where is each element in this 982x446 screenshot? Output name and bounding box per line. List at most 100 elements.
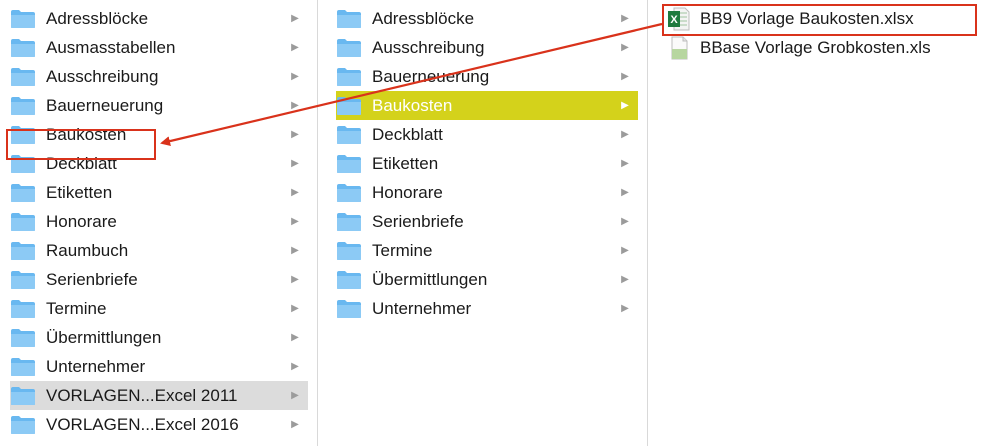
folder-item-1-14[interactable]: VORLAGEN...Excel 2016 ▶ <box>10 410 308 439</box>
item-label: Honorare <box>46 211 117 231</box>
folder-icon <box>336 299 362 319</box>
chevron-right-icon: ▶ <box>291 274 299 285</box>
folder-item-1-4[interactable]: Baukosten ▶ <box>10 120 308 149</box>
chevron-right-icon: ▶ <box>291 361 299 372</box>
folder-icon <box>10 183 36 203</box>
item-label: Übermittlungen <box>372 269 488 289</box>
chevron-right-icon: ▶ <box>291 129 299 140</box>
folder-icon <box>10 415 36 435</box>
item-label: Deckblatt <box>372 124 443 144</box>
folder-icon <box>336 212 362 232</box>
chevron-right-icon: ▶ <box>621 100 629 111</box>
folder-icon <box>336 183 362 203</box>
chevron-right-icon: ▶ <box>291 158 299 169</box>
folder-icon <box>336 154 362 174</box>
item-label: Termine <box>372 240 433 260</box>
folder-icon <box>10 125 36 145</box>
folder-icon <box>10 96 36 116</box>
folder-item-1-8[interactable]: Raumbuch ▶ <box>10 236 308 265</box>
folder-icon <box>336 9 362 29</box>
chevron-right-icon: ▶ <box>291 100 299 111</box>
item-label: Adressblöcke <box>46 8 149 28</box>
chevron-right-icon: ▶ <box>621 13 629 24</box>
folder-icon <box>336 125 362 145</box>
chevron-right-icon: ▶ <box>621 71 629 82</box>
item-label: Baukosten <box>372 95 453 115</box>
item-label: Unternehmer <box>46 356 146 376</box>
folder-item-2-2[interactable]: Bauerneuerung ▶ <box>336 62 638 91</box>
excel-file-icon: X <box>668 7 690 31</box>
item-label: VORLAGEN...Excel 2011 <box>46 385 238 405</box>
finder-column-1: Adressblöcke ▶ Ausmasstabellen ▶ Ausschreibu… <box>0 0 318 446</box>
chevron-right-icon: ▶ <box>291 303 299 314</box>
folder-item-1-0[interactable]: Adressblöcke ▶ <box>10 4 308 33</box>
item-label: Adressblöcke <box>372 8 475 28</box>
folder-icon <box>336 241 362 261</box>
chevron-right-icon: ▶ <box>291 216 299 227</box>
generic-file-icon <box>668 36 690 60</box>
chevron-right-icon: ▶ <box>291 245 299 256</box>
folder-item-2-4[interactable]: Deckblatt ▶ <box>336 120 638 149</box>
folder-item-2-7[interactable]: Serienbriefe ▶ <box>336 207 638 236</box>
folder-item-1-5[interactable]: Deckblatt ▶ <box>10 149 308 178</box>
folder-item-1-6[interactable]: Etiketten ▶ <box>10 178 308 207</box>
folder-item-1-2[interactable]: Ausschreibung ▶ <box>10 62 308 91</box>
chevron-right-icon: ▶ <box>291 390 299 401</box>
chevron-right-icon: ▶ <box>621 216 629 227</box>
item-label: Ausmasstabellen <box>46 37 176 57</box>
folder-icon <box>10 357 36 377</box>
chevron-right-icon: ▶ <box>621 187 629 198</box>
item-label: Serienbriefe <box>46 269 138 289</box>
folder-icon <box>336 67 362 87</box>
folder-item-2-6[interactable]: Honorare ▶ <box>336 178 638 207</box>
item-label: Honorare <box>372 182 443 202</box>
item-label: Deckblatt <box>46 153 117 173</box>
file-item-3-1[interactable]: BBase Vorlage Grobkosten.xls <box>668 33 982 62</box>
folder-item-1-10[interactable]: Termine ▶ <box>10 294 308 323</box>
folder-icon <box>10 299 36 319</box>
item-label: Bauerneuerung <box>46 95 164 115</box>
folder-item-2-3[interactable]: Baukosten ▶ <box>336 91 638 120</box>
item-label: Termine <box>46 298 107 318</box>
chevron-right-icon: ▶ <box>621 129 629 140</box>
item-label: VORLAGEN...Excel 2016 <box>46 414 239 434</box>
file-item-3-0[interactable]: X BB9 Vorlage Baukosten.xlsx <box>668 4 982 33</box>
chevron-right-icon: ▶ <box>291 187 299 198</box>
folder-item-1-12[interactable]: Unternehmer ▶ <box>10 352 308 381</box>
folder-item-1-3[interactable]: Bauerneuerung ▶ <box>10 91 308 120</box>
item-label: Serienbriefe <box>372 211 464 231</box>
folder-item-2-0[interactable]: Adressblöcke ▶ <box>336 4 638 33</box>
chevron-right-icon: ▶ <box>621 303 629 314</box>
folder-item-2-1[interactable]: Ausschreibung ▶ <box>336 33 638 62</box>
folder-item-2-9[interactable]: Übermittlungen ▶ <box>336 265 638 294</box>
item-label: Unternehmer <box>372 298 472 318</box>
item-label: Baukosten <box>46 124 127 144</box>
folder-item-2-10[interactable]: Unternehmer ▶ <box>336 294 638 323</box>
item-label: BBase Vorlage Grobkosten.xls <box>700 37 931 57</box>
folder-icon <box>336 38 362 58</box>
folder-icon <box>10 386 36 406</box>
chevron-right-icon: ▶ <box>291 419 299 430</box>
folder-item-1-1[interactable]: Ausmasstabellen ▶ <box>10 33 308 62</box>
item-label: Ausschreibung <box>46 66 159 86</box>
folder-item-1-9[interactable]: Serienbriefe ▶ <box>10 265 308 294</box>
item-label: Ausschreibung <box>372 37 485 57</box>
folder-icon <box>10 328 36 348</box>
folder-icon <box>10 9 36 29</box>
folder-item-2-8[interactable]: Termine ▶ <box>336 236 638 265</box>
item-label: BB9 Vorlage Baukosten.xlsx <box>700 8 914 28</box>
item-label: Bauerneuerung <box>372 66 490 86</box>
chevron-right-icon: ▶ <box>621 245 629 256</box>
folder-icon <box>10 212 36 232</box>
folder-icon <box>10 154 36 174</box>
folder-item-1-11[interactable]: Übermittlungen ▶ <box>10 323 308 352</box>
chevron-right-icon: ▶ <box>291 13 299 24</box>
folder-item-1-7[interactable]: Honorare ▶ <box>10 207 308 236</box>
svg-text:X: X <box>670 14 678 26</box>
folder-item-2-5[interactable]: Etiketten ▶ <box>336 149 638 178</box>
finder-column-2: Adressblöcke ▶ Ausschreibung ▶ Bauerneuerung… <box>318 0 648 446</box>
folder-icon <box>10 38 36 58</box>
item-label: Etiketten <box>46 182 113 202</box>
folder-item-1-13[interactable]: VORLAGEN...Excel 2011 ▶ <box>10 381 308 410</box>
finder-column-3: X BB9 Vorlage Baukosten.xlsx BBase Vorlage… <box>648 0 982 446</box>
